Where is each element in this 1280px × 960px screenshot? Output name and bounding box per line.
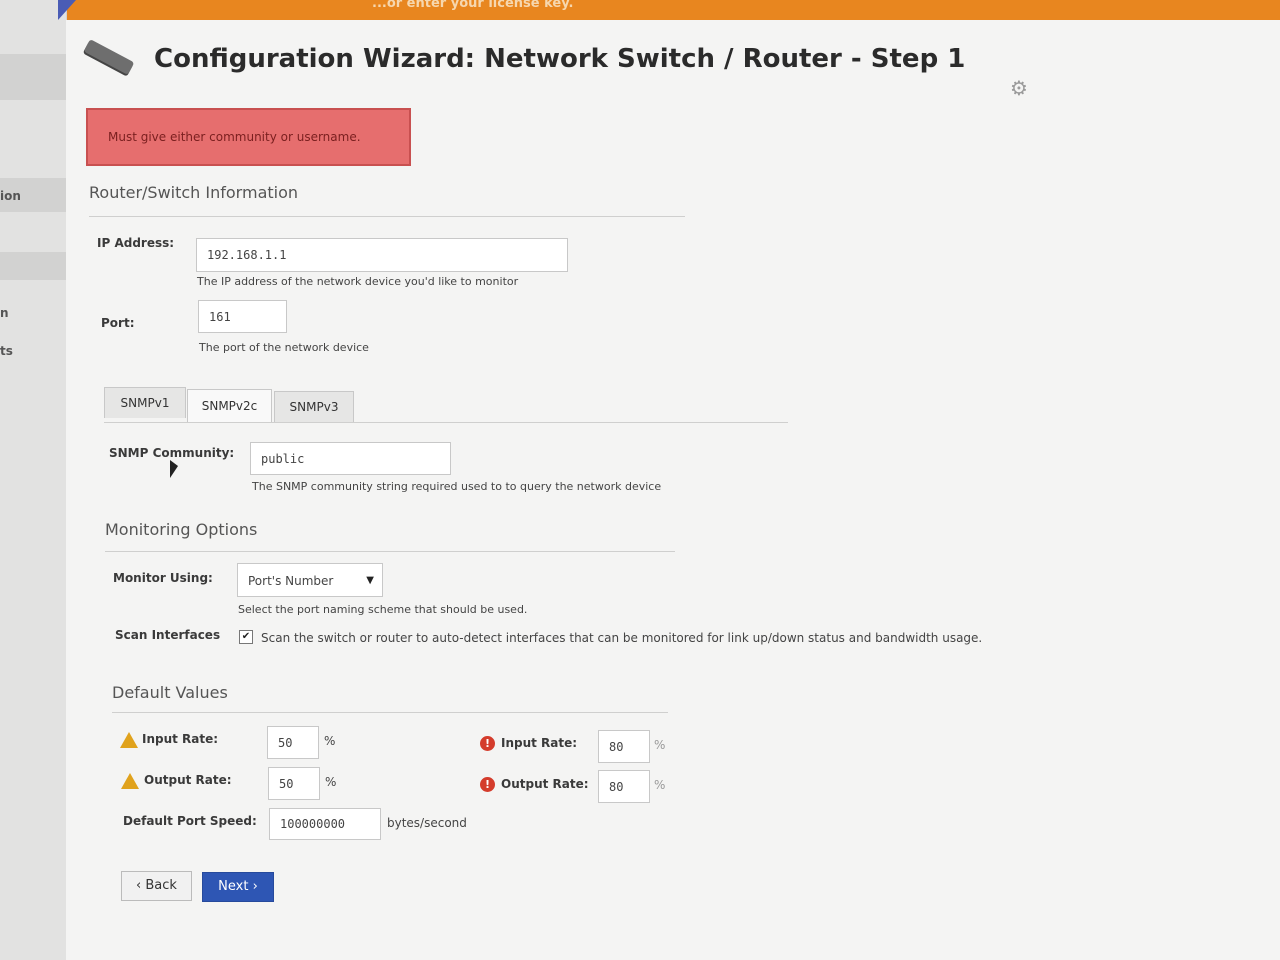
- license-notice: ...or enter your license key.: [372, 0, 574, 11]
- warning-output-rate-input[interactable]: [268, 767, 320, 800]
- scan-interfaces-checkbox[interactable]: ✔: [239, 630, 253, 644]
- monitor-using-value: Port's Number: [248, 574, 334, 588]
- monitor-using-label: Monitor Using:: [113, 571, 213, 585]
- warning-input-rate-label: Input Rate:: [142, 732, 219, 746]
- percent-unit: %: [325, 775, 337, 789]
- ip-address-input[interactable]: [196, 238, 568, 272]
- corner-flag-icon: [58, 0, 76, 20]
- warning-icon: [120, 732, 138, 748]
- scan-interfaces-label: Scan Interfaces: [115, 628, 221, 642]
- next-button-label: Next: [218, 879, 249, 894]
- tab-snmpv3[interactable]: SNMPv3: [274, 391, 354, 422]
- warning-input-rate-input[interactable]: [267, 726, 319, 759]
- ip-address-help: The IP address of the network device you…: [197, 275, 519, 288]
- default-port-speed-label: Default Port Speed:: [123, 814, 257, 828]
- back-button[interactable]: ‹ Back: [121, 871, 192, 901]
- critical-icon: !: [480, 777, 495, 792]
- gear-icon[interactable]: ⚙: [1010, 76, 1028, 100]
- sidebar-block: [0, 54, 66, 100]
- critical-output-rate-input[interactable]: [598, 770, 650, 803]
- divider: [112, 712, 668, 713]
- error-message: Must give either community or username.: [86, 108, 411, 166]
- scan-interfaces-text: Scan the switch or router to auto-detect…: [261, 631, 983, 645]
- port-input[interactable]: [198, 300, 287, 333]
- ip-address-label: IP Address:: [97, 236, 175, 250]
- warning-icon: [121, 773, 139, 789]
- port-help: The port of the network device: [199, 341, 369, 354]
- snmp-community-help: The SNMP community string required used …: [252, 480, 662, 493]
- chevron-right-icon: ›: [252, 879, 258, 894]
- next-button[interactable]: Next ›: [202, 872, 274, 902]
- critical-icon: !: [480, 736, 495, 751]
- section-default-values: Default Values: [112, 683, 228, 702]
- critical-input-rate-input[interactable]: [598, 730, 650, 763]
- page-title: Configuration Wizard: Network Switch / R…: [154, 44, 966, 74]
- percent-unit: %: [324, 734, 336, 748]
- default-port-speed-input[interactable]: [269, 808, 381, 840]
- sidebar-block: [0, 252, 66, 280]
- critical-input-rate-label: Input Rate:: [501, 736, 578, 750]
- sidebar-item-3[interactable]: ts: [0, 344, 13, 358]
- snmp-community-label: SNMP Community:: [109, 446, 235, 460]
- chevron-down-icon: ▼: [366, 575, 374, 586]
- wizard-main: Configuration Wizard: Network Switch / R…: [66, 20, 1280, 960]
- tab-snmpv1[interactable]: SNMPv1: [104, 387, 186, 418]
- critical-output-rate-label: Output Rate:: [501, 777, 589, 791]
- percent-unit: %: [654, 738, 666, 752]
- percent-unit: %: [654, 778, 666, 792]
- section-router-info: Router/Switch Information: [89, 183, 299, 202]
- warning-output-rate-label: Output Rate:: [144, 773, 232, 787]
- monitor-using-help: Select the port naming scheme that shoul…: [238, 603, 528, 616]
- port-speed-unit: bytes/second: [387, 816, 467, 830]
- sidebar-item-1[interactable]: ion: [0, 189, 21, 203]
- snmp-community-input[interactable]: [250, 442, 451, 475]
- divider: [89, 216, 685, 217]
- section-monitoring-options: Monitoring Options: [105, 520, 258, 539]
- mouse-cursor-icon: [170, 460, 178, 478]
- chevron-left-icon: ‹: [136, 878, 142, 893]
- sidebar-item-2[interactable]: n: [0, 306, 9, 320]
- tab-baseline: [104, 422, 788, 423]
- back-button-label: Back: [145, 878, 177, 893]
- network-switch-icon: [83, 39, 135, 75]
- port-label: Port:: [101, 316, 135, 330]
- monitor-using-select[interactable]: Port's Number ▼: [237, 563, 383, 597]
- left-sidebar: ion n ts: [0, 0, 67, 960]
- divider: [105, 551, 675, 552]
- tab-snmpv2c[interactable]: SNMPv2c: [187, 389, 272, 422]
